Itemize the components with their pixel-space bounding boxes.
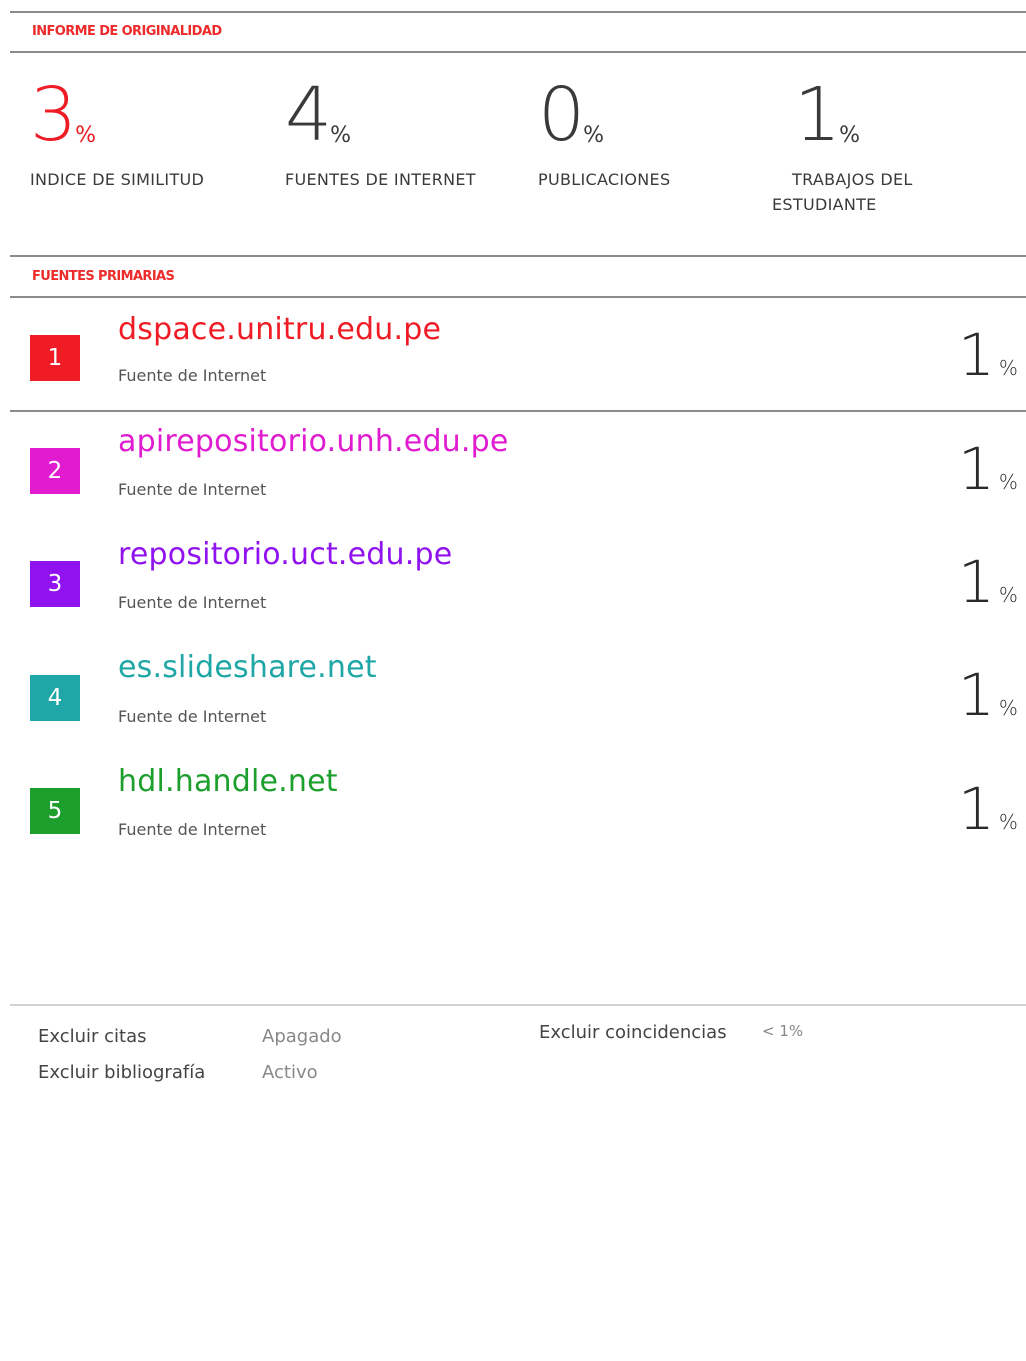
sources-title: FUENTES PRIMARIAS [32, 269, 175, 284]
source-rank-badge: 1 [30, 335, 80, 381]
exclude-matches-label: Excluir coincidencias [539, 1022, 727, 1043]
source-type: Fuente de Internet [118, 820, 267, 839]
exclude-matches-value: < 1% [762, 1022, 804, 1040]
source-type: Fuente de Internet [118, 480, 267, 499]
stat-unit: % [330, 123, 351, 148]
stat-value: 3 [30, 72, 77, 158]
exclude-bibliography-value: Activo [262, 1062, 318, 1083]
source-type: Fuente de Internet [118, 366, 267, 385]
stat-value: 0 [538, 72, 585, 158]
source-rank-badge: 3 [30, 561, 80, 607]
source-link[interactable]: dspace.unitru.edu.pe [118, 312, 441, 347]
stat-unit: % [75, 123, 96, 148]
source-percentage-value: 1 [958, 435, 995, 503]
source-percentage: 1% [958, 553, 1018, 624]
sources-header-rule [10, 296, 1026, 298]
source-type: Fuente de Internet [118, 593, 267, 612]
stat-label: INDICE DE SIMILITUD [30, 170, 205, 189]
source-percentage-value: 1 [958, 548, 995, 616]
stat-similarity-index: 3% INDICE DE SIMILITUD [30, 78, 204, 189]
top-rule [10, 11, 1026, 13]
stat-value: 4 [285, 72, 332, 158]
source-percentage-unit: % [998, 356, 1018, 380]
stat-label: PUBLICACIONES [538, 170, 671, 189]
source-percentage: 1% [958, 440, 1018, 511]
header-rule [10, 51, 1026, 53]
stat-unit: % [583, 123, 604, 148]
sources-top-rule [10, 255, 1026, 257]
source-type: Fuente de Internet [118, 707, 267, 726]
source-percentage-unit: % [998, 583, 1018, 607]
source-link[interactable]: es.slideshare.net [118, 650, 377, 685]
stat-student-papers: 1% TRABAJOS DEL ESTUDIANTE [772, 78, 913, 214]
source-link[interactable]: repositorio.uct.edu.pe [118, 537, 452, 572]
stat-internet-sources: 4% FUENTES DE INTERNET [285, 78, 476, 189]
source-percentage-value: 1 [958, 775, 995, 843]
exclude-quotes-value: Apagado [262, 1026, 342, 1047]
source-divider [10, 410, 1026, 412]
stat-label: FUENTES DE INTERNET [285, 170, 476, 189]
report-title: INFORME DE ORIGINALIDAD [32, 24, 222, 39]
source-percentage: 1% [958, 326, 1018, 397]
source-percentage: 1% [958, 780, 1018, 851]
source-percentage-unit: % [998, 470, 1018, 494]
source-link[interactable]: hdl.handle.net [118, 764, 338, 799]
source-rank-badge: 4 [30, 675, 80, 721]
stat-unit: % [839, 123, 860, 148]
stat-value: 1 [794, 72, 841, 158]
source-percentage-value: 1 [958, 321, 995, 389]
stat-label-line2: ESTUDIANTE [772, 195, 877, 214]
footer-rule [10, 1004, 1026, 1006]
source-percentage-unit: % [998, 810, 1018, 834]
source-link[interactable]: apirepositorio.unh.edu.pe [118, 424, 509, 459]
source-percentage-unit: % [998, 696, 1018, 720]
exclude-quotes-label: Excluir citas [38, 1026, 147, 1047]
source-percentage: 1% [958, 666, 1018, 737]
exclude-bibliography-label: Excluir bibliografía [38, 1062, 206, 1083]
source-percentage-value: 1 [958, 661, 995, 729]
source-rank-badge: 2 [30, 448, 80, 494]
source-rank-badge: 5 [30, 788, 80, 834]
stat-publications: 0% PUBLICACIONES [538, 78, 670, 189]
stat-label-line1: TRABAJOS DEL [792, 170, 913, 189]
